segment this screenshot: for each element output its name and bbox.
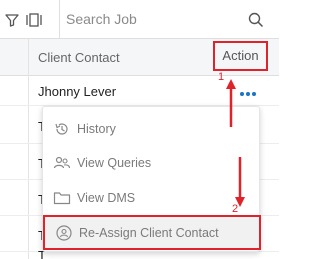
table-row: T [0,248,279,259]
menu-item-label: View Queries [77,155,152,170]
toolbar [0,0,279,39]
column-toggle-icon[interactable] [24,10,44,30]
more-actions-icon[interactable] [240,83,260,96]
client-contact-cell: Jhonny Lever [38,84,117,99]
menu-item-label: History [77,121,116,136]
table-row: Jhonny Lever [0,76,279,106]
toolbar-divider [59,0,60,39]
search-input[interactable] [66,6,241,32]
menu-item-label: View DMS [77,190,136,205]
search-icon[interactable] [246,10,266,30]
header-client-contact[interactable]: Client Contact [38,50,120,65]
menu-item-view-queries[interactable]: View Queries [43,145,261,180]
header-action[interactable]: Action [213,41,268,71]
history-icon [53,120,71,138]
reassign-contact-icon [55,224,73,242]
menu-item-history[interactable]: History [43,111,261,146]
table-header: Client Contact Action [0,39,279,76]
folder-icon [53,189,71,207]
filter-icon[interactable] [2,10,22,30]
menu-item-reassign-client-contact[interactable]: Re-Assign Client Contact [43,215,261,250]
action-menu: History View Queries View DMS Re-Assign … [42,106,261,252]
users-icon [53,154,71,172]
menu-item-view-dms[interactable]: View DMS [43,180,261,215]
annotation-step-2: 2 [232,203,239,215]
annotation-step-1: 1 [218,71,225,83]
menu-item-label: Re-Assign Client Contact [79,225,219,240]
